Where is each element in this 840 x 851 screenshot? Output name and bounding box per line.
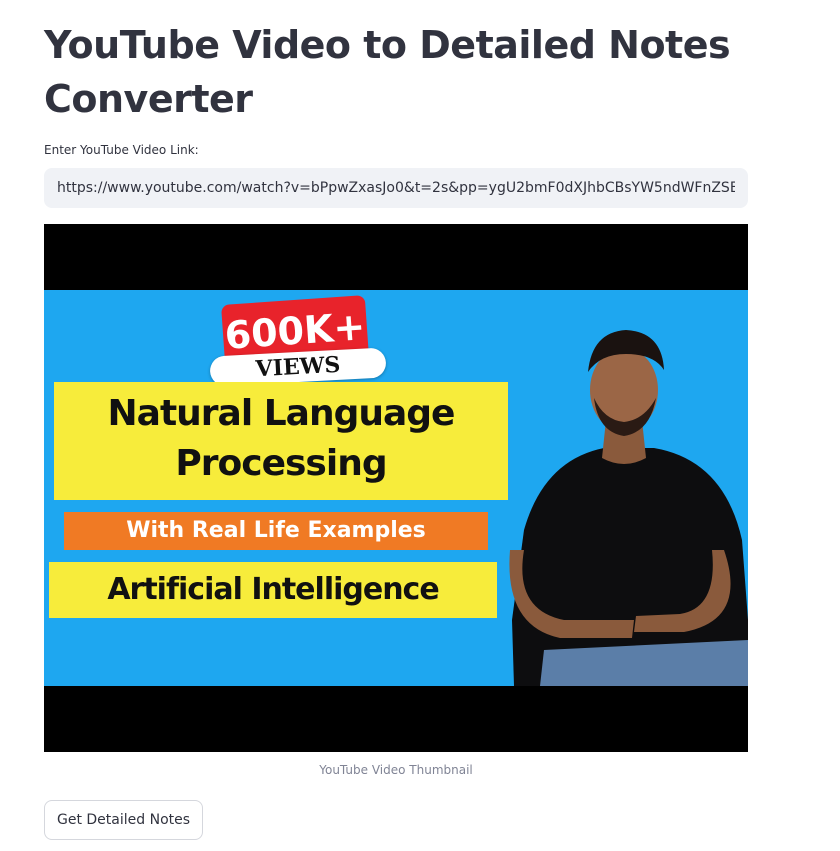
video-thumbnail: 600K+ VIEWS Natural Language Processing … — [44, 224, 748, 752]
footer-heading-banner: Artificial Intelligence — [49, 562, 497, 618]
url-input-container[interactable] — [44, 168, 748, 208]
heading-line-1: Natural Language — [107, 393, 456, 434]
url-field-label: Enter YouTube Video Link: — [44, 143, 199, 157]
thumbnail-caption: YouTube Video Thumbnail — [319, 763, 473, 777]
page-title: YouTube Video to Detailed Notes Converte… — [44, 23, 731, 121]
url-input[interactable] — [55, 179, 737, 197]
get-detailed-notes-button[interactable]: Get Detailed Notes — [44, 800, 204, 840]
presenter-illustration — [509, 330, 748, 686]
thumbnail-artwork: 600K+ VIEWS Natural Language Processing … — [44, 290, 748, 686]
heading-line-2: Processing — [175, 443, 387, 484]
subheading-banner: With Real Life Examples — [64, 512, 488, 550]
